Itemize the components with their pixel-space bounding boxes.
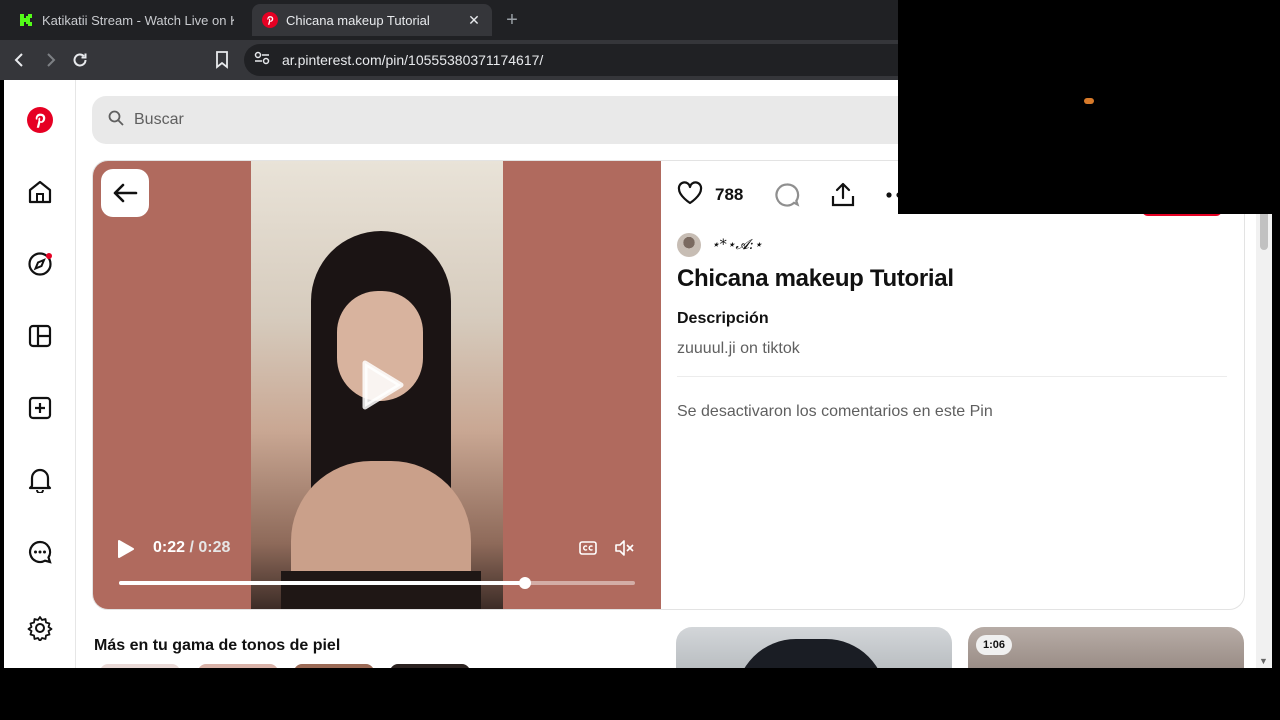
kick-logo-icon bbox=[18, 12, 34, 28]
captions-icon[interactable] bbox=[579, 540, 597, 556]
related-thumbnail[interactable] bbox=[390, 664, 470, 668]
reload-icon[interactable] bbox=[68, 48, 92, 72]
divider bbox=[677, 376, 1227, 377]
video-progress-bar[interactable] bbox=[119, 577, 635, 589]
related-pin-card[interactable]: 1:06 bbox=[968, 627, 1244, 668]
notifications-bell-icon[interactable] bbox=[24, 464, 56, 496]
tab-pinterest[interactable]: Chicana makeup Tutorial ✕ bbox=[252, 4, 492, 36]
related-pin-card[interactable] bbox=[676, 627, 952, 668]
video-progress-handle[interactable] bbox=[518, 577, 531, 589]
pin-title: Chicana makeup Tutorial bbox=[677, 265, 954, 292]
forward-arrow-icon[interactable] bbox=[38, 48, 62, 72]
current-time: 0:22 bbox=[153, 539, 186, 556]
tab-title: Chicana makeup Tutorial bbox=[286, 12, 430, 28]
settings-gear-icon[interactable] bbox=[24, 612, 56, 644]
heart-icon[interactable] bbox=[677, 180, 703, 210]
comment-bubble-icon[interactable] bbox=[771, 179, 803, 211]
new-tab-button[interactable]: + bbox=[500, 8, 524, 32]
play-icon[interactable] bbox=[117, 539, 135, 559]
close-tab-icon[interactable]: ✕ bbox=[466, 12, 482, 29]
site-settings-icon[interactable] bbox=[254, 51, 270, 70]
tab-title: Katikatii Stream - Watch Live on Kick bbox=[42, 12, 234, 28]
create-plus-icon[interactable] bbox=[24, 392, 56, 424]
back-button[interactable] bbox=[101, 169, 149, 217]
pinterest-logo-icon bbox=[262, 12, 278, 28]
pin-author[interactable]: ⋆*⋆𝓐:⋆ bbox=[677, 233, 763, 257]
floating-video-overlay bbox=[898, 0, 1280, 214]
search-icon bbox=[108, 110, 124, 131]
pinterest-logo-icon[interactable] bbox=[24, 104, 56, 136]
tab-kick[interactable]: Katikatii Stream - Watch Live on Kick bbox=[8, 4, 244, 36]
related-thumbnail[interactable] bbox=[294, 664, 374, 668]
home-icon[interactable] bbox=[24, 176, 56, 208]
like-count: 788 bbox=[715, 185, 744, 204]
related-section-heading: Más en tu gama de tonos de piel bbox=[94, 637, 341, 654]
video-time: 0:22 / 0:28 bbox=[153, 539, 230, 557]
boards-icon[interactable] bbox=[24, 320, 56, 352]
back-arrow-icon[interactable] bbox=[8, 48, 32, 72]
video-duration-badge: 1:06 bbox=[976, 635, 1013, 655]
overlay-video-thumbnail bbox=[1084, 98, 1094, 104]
related-pin-image bbox=[736, 639, 886, 668]
back-arrow-icon bbox=[113, 183, 138, 203]
address-bar[interactable]: ar.pinterest.com/pin/10555380371174617/ bbox=[244, 44, 944, 76]
muted-speaker-icon[interactable] bbox=[615, 540, 635, 556]
author-name[interactable]: ⋆*⋆𝓐:⋆ bbox=[711, 237, 763, 253]
url-text: ar.pinterest.com/pin/10555380371174617/ bbox=[282, 52, 544, 68]
bookmark-icon[interactable] bbox=[210, 48, 234, 72]
related-thumbnail[interactable] bbox=[100, 664, 180, 668]
pin-info-panel: 788 ⋆*⋆𝓐:⋆ Chicana makeup Tutorial Descr… bbox=[661, 161, 1244, 609]
description-heading: Descripción bbox=[677, 310, 769, 327]
messages-icon[interactable] bbox=[24, 536, 56, 568]
explore-compass-icon[interactable] bbox=[24, 248, 56, 280]
video-progress-fill bbox=[119, 581, 525, 585]
search-bar[interactable] bbox=[92, 96, 992, 144]
comments-disabled-text: Se desactivaron los comentarios en este … bbox=[677, 403, 993, 420]
sidebar bbox=[4, 80, 76, 668]
description-text: zuuuul.ji on tiktok bbox=[677, 340, 800, 357]
pin-closeup: 0:22 / 0:28 788 ⋆*⋆𝓐:⋆ Chicana makeup Tu… bbox=[92, 160, 1245, 610]
duration: / 0:28 bbox=[189, 539, 231, 556]
search-input[interactable] bbox=[134, 111, 734, 129]
play-overlay-icon[interactable] bbox=[361, 359, 405, 411]
avatar[interactable] bbox=[677, 233, 701, 257]
scroll-down-arrow-icon[interactable]: ▼ bbox=[1259, 656, 1268, 666]
video-player[interactable]: 0:22 / 0:28 bbox=[93, 161, 661, 609]
video-subject-top bbox=[281, 571, 481, 609]
related-thumbnail[interactable] bbox=[198, 664, 278, 668]
share-upload-icon[interactable] bbox=[827, 179, 859, 211]
